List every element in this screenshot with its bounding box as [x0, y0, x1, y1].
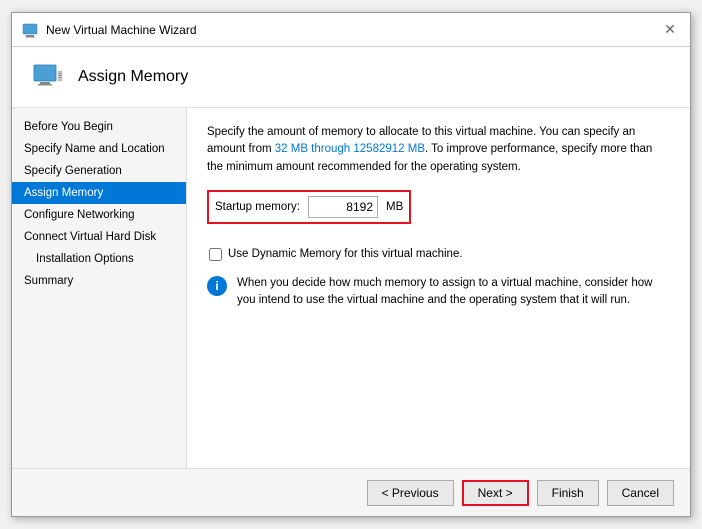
main-content: Specify the amount of memory to allocate…	[187, 108, 690, 468]
sidebar-item-configure-networking[interactable]: Configure Networking	[12, 204, 186, 226]
next-button[interactable]: Next >	[462, 480, 529, 506]
sidebar-item-specify-generation[interactable]: Specify Generation	[12, 160, 186, 182]
wizard-header: Assign Memory	[12, 47, 690, 108]
cancel-button[interactable]: Cancel	[607, 480, 674, 506]
sidebar-item-before-you-begin[interactable]: Before You Begin	[12, 116, 186, 138]
dynamic-memory-row: Use Dynamic Memory for this virtual mach…	[209, 248, 670, 261]
startup-memory-row: Startup memory: MB	[207, 190, 411, 224]
sidebar-item-summary[interactable]: Summary	[12, 270, 186, 292]
info-box: i When you decide how much memory to ass…	[207, 275, 670, 310]
header-icon	[32, 61, 64, 93]
sidebar-item-specify-name-and-location[interactable]: Specify Name and Location	[12, 138, 186, 160]
startup-memory-label: Startup memory:	[215, 201, 300, 213]
sidebar-item-assign-memory[interactable]: Assign Memory	[12, 182, 186, 204]
dynamic-memory-checkbox[interactable]	[209, 248, 222, 261]
window-icon	[22, 22, 38, 38]
sidebar-item-installation-options[interactable]: Installation Options	[12, 248, 186, 270]
sidebar: Before You BeginSpecify Name and Locatio…	[12, 108, 187, 468]
startup-memory-row-wrapper: Startup memory: MB	[207, 190, 670, 236]
info-text: When you decide how much memory to assig…	[237, 275, 670, 310]
description-text: Specify the amount of memory to allocate…	[207, 124, 670, 176]
memory-unit: MB	[386, 201, 403, 213]
page-title: Assign Memory	[78, 68, 188, 86]
sidebar-item-connect-virtual-hard-disk[interactable]: Connect Virtual Hard Disk	[12, 226, 186, 248]
startup-memory-input[interactable]	[308, 196, 378, 218]
content-area: Before You BeginSpecify Name and Locatio…	[12, 108, 690, 468]
previous-button[interactable]: < Previous	[367, 480, 454, 506]
info-icon: i	[207, 276, 227, 296]
finish-button[interactable]: Finish	[537, 480, 599, 506]
wizard-window: New Virtual Machine Wizard ✕ Assign Memo…	[11, 12, 691, 517]
title-bar-left: New Virtual Machine Wizard	[22, 22, 197, 38]
close-button[interactable]: ✕	[660, 20, 680, 40]
window-title: New Virtual Machine Wizard	[46, 23, 197, 37]
dynamic-memory-label[interactable]: Use Dynamic Memory for this virtual mach…	[228, 248, 463, 260]
title-bar: New Virtual Machine Wizard ✕	[12, 13, 690, 47]
footer: < Previous Next > Finish Cancel	[12, 468, 690, 516]
